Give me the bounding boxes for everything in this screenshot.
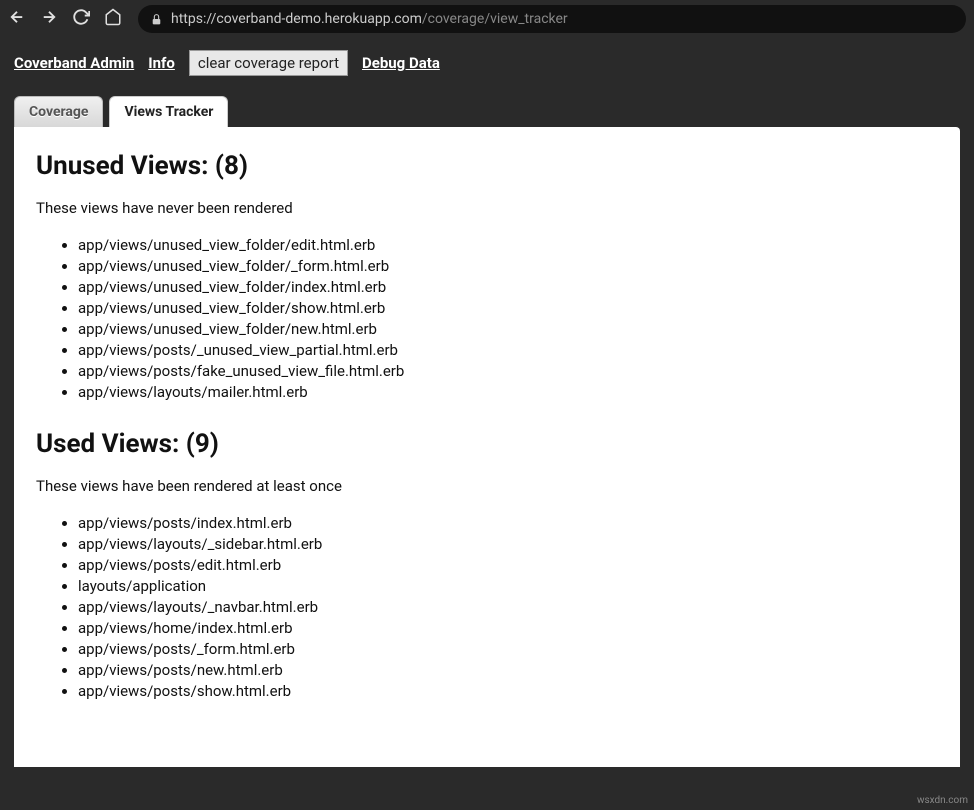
list-item: app/views/layouts/_sidebar.html.erb — [78, 534, 938, 555]
content-panel: Unused Views: (8) These views have never… — [14, 127, 960, 767]
list-item: app/views/posts/index.html.erb — [78, 513, 938, 534]
used-views-list: app/views/posts/index.html.erbapp/views/… — [78, 513, 938, 702]
list-item: app/views/posts/fake_unused_view_file.ht… — [78, 361, 938, 382]
unused-views-description: These views have never been rendered — [36, 199, 938, 217]
unused-views-heading: Unused Views: (8) — [36, 151, 938, 181]
list-item: app/views/posts/show.html.erb — [78, 681, 938, 702]
forward-icon[interactable] — [40, 8, 58, 30]
list-item: app/views/layouts/mailer.html.erb — [78, 382, 938, 403]
tabs-row: Coverage Views Tracker — [0, 96, 974, 127]
list-item: app/views/unused_view_folder/show.html.e… — [78, 298, 938, 319]
coverband-admin-link[interactable]: Coverband Admin — [14, 54, 134, 72]
list-item: app/views/unused_view_folder/index.html.… — [78, 277, 938, 298]
unused-views-list: app/views/unused_view_folder/edit.html.e… — [78, 235, 938, 403]
info-link[interactable]: Info — [148, 54, 175, 72]
list-item: app/views/home/index.html.erb — [78, 618, 938, 639]
watermark: wsxdn.com — [917, 795, 968, 806]
clear-coverage-button[interactable]: clear coverage report — [189, 50, 348, 76]
nav-icons-group — [8, 8, 122, 30]
list-item: app/views/posts/_form.html.erb — [78, 639, 938, 660]
browser-toolbar: https://coverband-demo.herokuapp.com/cov… — [0, 0, 974, 38]
list-item: app/views/posts/_unused_view_partial.htm… — [78, 340, 938, 361]
used-views-heading: Used Views: (9) — [36, 429, 938, 459]
list-item: app/views/unused_view_folder/new.html.er… — [78, 319, 938, 340]
url-bar[interactable]: https://coverband-demo.herokuapp.com/cov… — [138, 5, 966, 33]
back-icon[interactable] — [8, 8, 26, 30]
app-header: Coverband Admin Info clear coverage repo… — [0, 38, 974, 88]
list-item: app/views/unused_view_folder/_form.html.… — [78, 256, 938, 277]
home-icon[interactable] — [104, 8, 122, 30]
debug-data-link[interactable]: Debug Data — [362, 54, 440, 72]
lock-icon — [150, 13, 163, 26]
list-item: app/views/posts/new.html.erb — [78, 660, 938, 681]
url-text: https://coverband-demo.herokuapp.com/cov… — [171, 11, 568, 27]
list-item: app/views/unused_view_folder/edit.html.e… — [78, 235, 938, 256]
list-item: app/views/layouts/_navbar.html.erb — [78, 597, 938, 618]
list-item: app/views/posts/edit.html.erb — [78, 555, 938, 576]
tab-coverage[interactable]: Coverage — [14, 96, 103, 127]
used-views-description: These views have been rendered at least … — [36, 477, 938, 495]
tab-views-tracker[interactable]: Views Tracker — [109, 96, 228, 127]
reload-icon[interactable] — [72, 8, 90, 30]
list-item: layouts/application — [78, 576, 938, 597]
